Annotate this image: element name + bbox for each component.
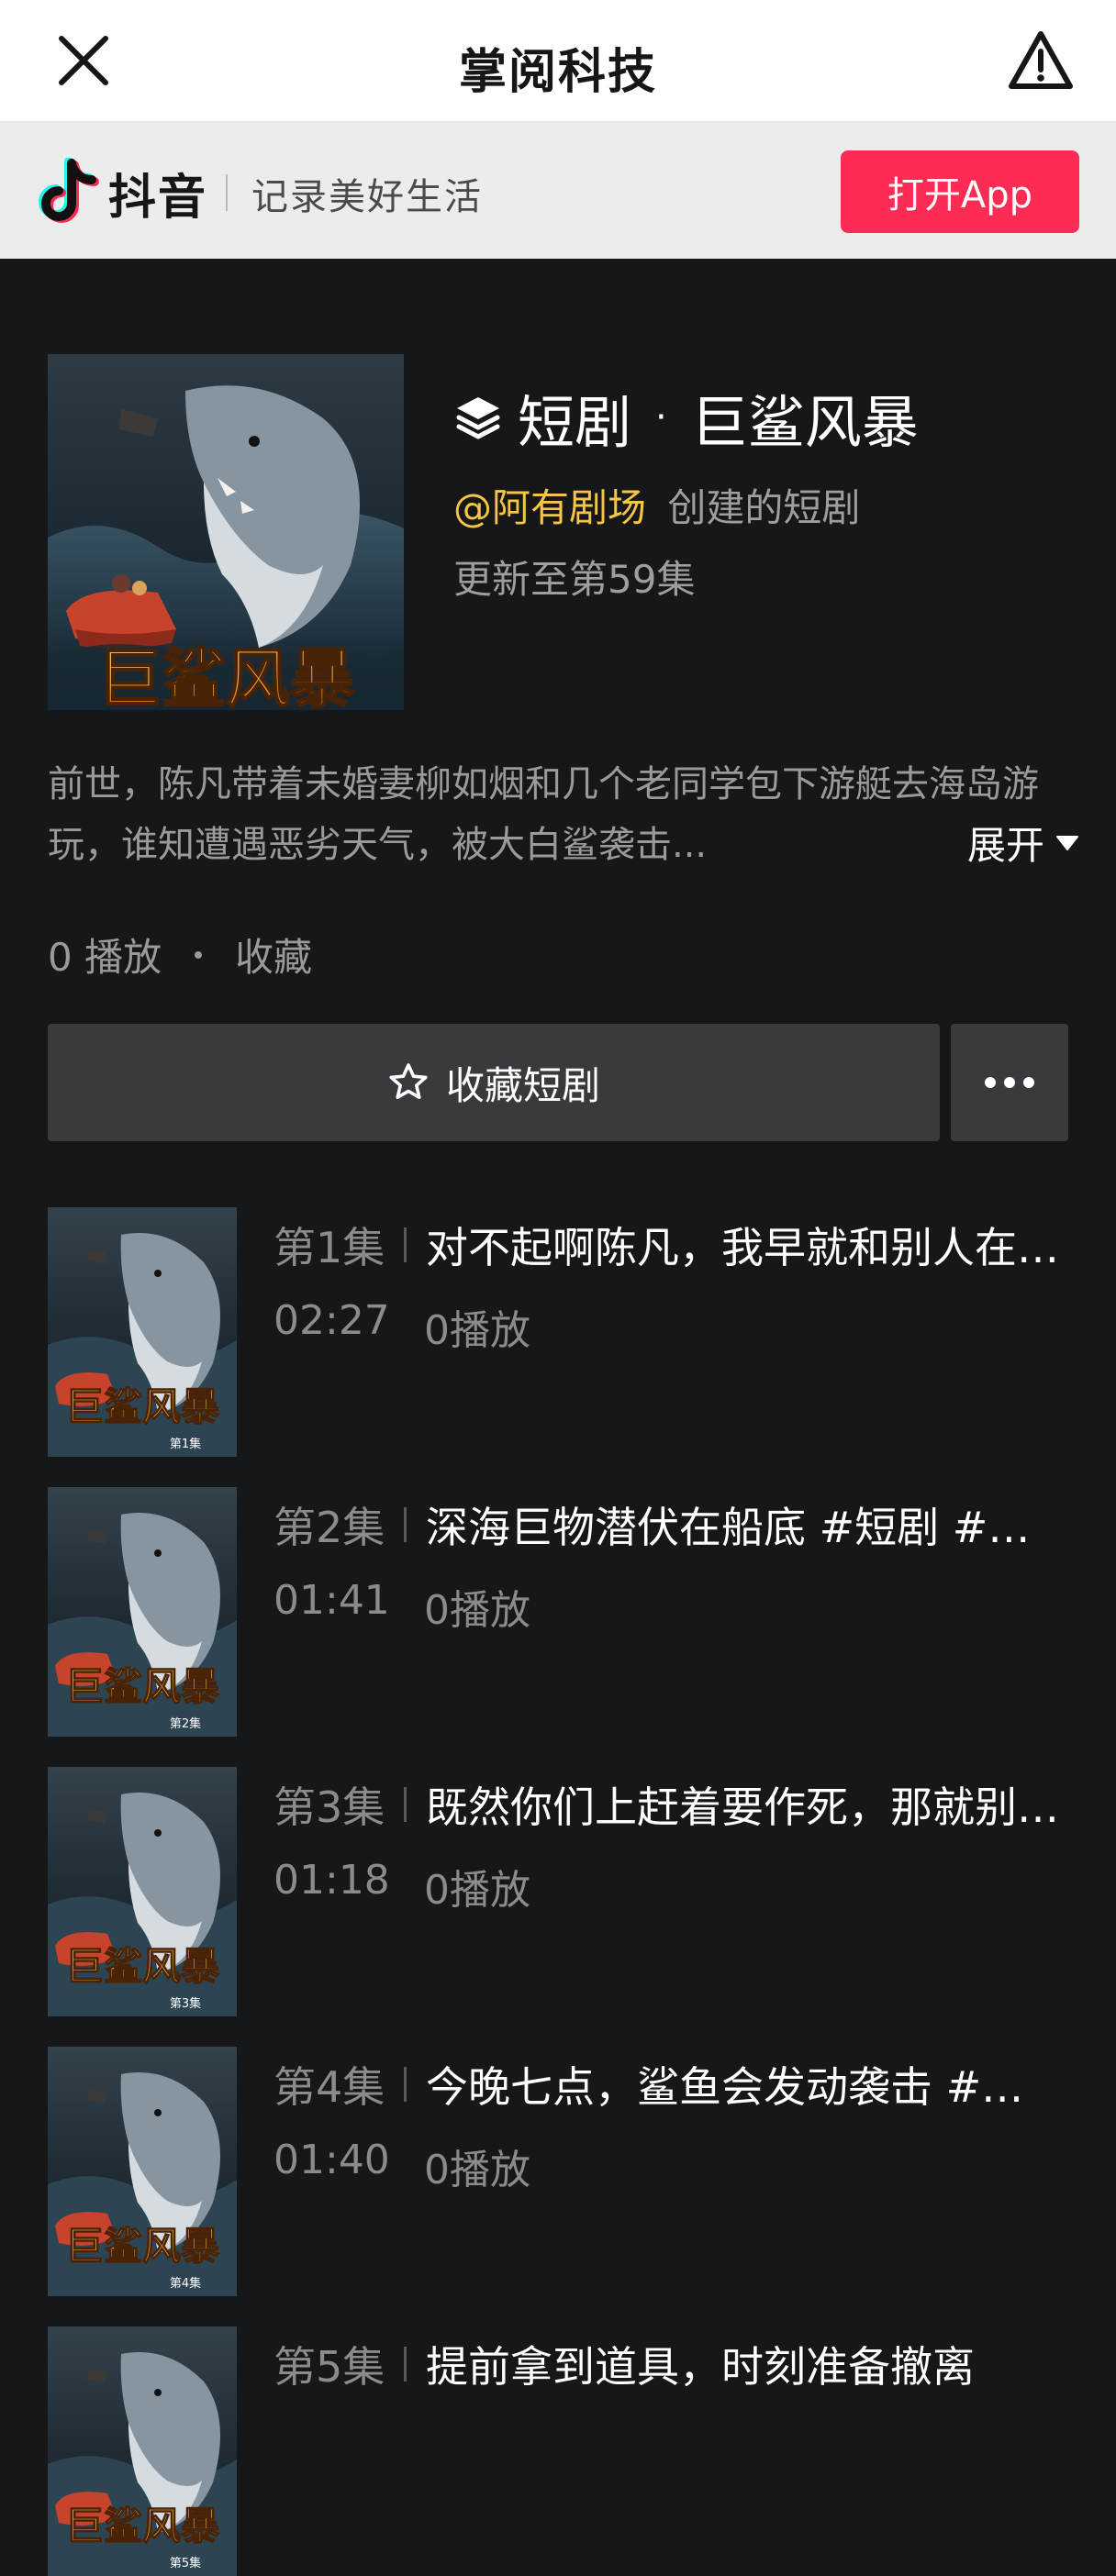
thumbnail-episode-label: 第1集 xyxy=(170,1437,201,1451)
episode-duration: 01:40 xyxy=(273,2137,390,2183)
episode-item[interactable]: 巨鲨风暴 第5集 第5集 提前拿到道具，时刻准备撤离 xyxy=(48,2326,1094,2576)
episode-title: 今晚七点，鲨鱼会发动袭击 #短剧 xyxy=(426,2062,1059,2112)
episode-item[interactable]: 巨鲨风暴 第4集 第4集 今晚七点，鲨鱼会发动袭击 #短剧 01:40 0播放 xyxy=(48,2047,1094,2296)
thumbnail-title-text: 巨鲨风暴 xyxy=(65,1384,219,1429)
more-options-button[interactable] xyxy=(951,1024,1068,1141)
banner-divider xyxy=(226,174,228,211)
top-nav-bar: 掌阅科技 xyxy=(0,0,1116,123)
episode-plays: 0播放 xyxy=(424,1587,530,1634)
episode-duration: 01:41 xyxy=(273,1577,390,1624)
thumbnail-title-text: 巨鲨风暴 xyxy=(65,2224,219,2269)
more-icon xyxy=(985,1077,1034,1088)
episode-title: 既然你们上赶着要作死，那就别怪我了 xyxy=(426,1782,1059,1832)
banner-slogan: 记录美好生活 xyxy=(251,176,483,218)
favorite-drama-button[interactable]: 收藏短剧 xyxy=(48,1024,940,1141)
open-app-button[interactable]: 打开App xyxy=(841,150,1079,233)
title-dot: · xyxy=(655,396,667,439)
episode-item[interactable]: 巨鲨风暴 第2集 第2集 深海巨物潜伏在船底 #短剧 #巨鲨风暴 01:41 0… xyxy=(48,1487,1094,1737)
expand-label: 展开 xyxy=(966,823,1044,868)
episode-thumbnail-image: 巨鲨风暴 第3集 xyxy=(48,1767,237,2016)
expand-button[interactable]: 展开 xyxy=(948,815,1079,871)
report-button[interactable] xyxy=(1002,22,1079,99)
stats-separator xyxy=(195,950,203,959)
douyin-logo-text: 抖音 xyxy=(108,170,208,226)
drama-cover-image[interactable]: 巨鲨风暴 xyxy=(48,354,404,710)
shark-poster-image: 巨鲨风暴 xyxy=(48,354,404,710)
episode-duration: 01:18 xyxy=(273,1857,390,1904)
episode-divider xyxy=(404,2347,407,2382)
drama-category: 短剧 xyxy=(518,389,632,456)
episode-thumbnail-image: 巨鲨风暴 第2集 xyxy=(48,1487,237,1737)
cover-title-text: 巨鲨风暴 xyxy=(97,641,354,710)
creator-line: @阿有剧场 创建的短剧 xyxy=(453,477,860,533)
thumbnail-title-text: 巨鲨风暴 xyxy=(65,2504,219,2548)
douyin-logo: 抖音 xyxy=(35,158,207,228)
warning-icon xyxy=(1009,31,1073,89)
creator-suffix: 创建的短剧 xyxy=(667,485,861,530)
episode-thumbnail-image: 巨鲨风暴 第5集 xyxy=(48,2326,237,2576)
drama-name: 巨鲨风暴 xyxy=(690,389,919,456)
episode-thumbnail: 巨鲨风暴 第3集 xyxy=(48,1767,237,2016)
episode-plays: 0播放 xyxy=(424,2147,530,2193)
caret-down-icon xyxy=(1056,835,1078,850)
episode-thumbnail-image: 巨鲨风暴 第4集 xyxy=(48,2047,237,2296)
episode-plays: 0播放 xyxy=(424,1307,530,1354)
tiktok-note-icon xyxy=(39,158,99,223)
episode-thumbnail: 巨鲨风暴 第2集 xyxy=(48,1487,237,1737)
thumbnail-episode-label: 第5集 xyxy=(170,2556,201,2570)
thumbnail-episode-label: 第4集 xyxy=(170,2276,201,2291)
thumbnail-episode-label: 第3集 xyxy=(170,1996,201,2011)
episode-thumbnail-image: 巨鲨风暴 第1集 xyxy=(48,1207,237,1457)
stats-row: 0 播放 收藏 xyxy=(48,927,312,983)
episode-number: 第3集 xyxy=(273,1782,385,1832)
episode-number: 第4集 xyxy=(273,2062,385,2112)
drama-title: 短剧 · 巨鲨风暴 xyxy=(453,376,919,459)
thumbnail-title-text: 巨鲨风暴 xyxy=(65,1944,219,1989)
favorite-count: 收藏 xyxy=(235,935,313,980)
episode-item[interactable]: 巨鲨风暴 第3集 第3集 既然你们上赶着要作死，那就别怪我了 01:18 0播放 xyxy=(48,1767,1094,2016)
layers-icon xyxy=(456,397,500,439)
episode-divider xyxy=(404,2067,407,2102)
episode-item[interactable]: 巨鲨风暴 第1集 第1集 对不起啊陈凡，我早就和别人在一起了 02:27 0播放 xyxy=(48,1207,1094,1457)
play-count: 0 播放 xyxy=(48,935,162,980)
episode-title: 深海巨物潜伏在船底 #短剧 #巨鲨风暴 xyxy=(426,1503,1059,1552)
synopsis-text: 前世，陈凡带着未婚妻柳如烟和几个老同学包下游艇去海岛游玩，谁知遭遇恶劣天气，被大… xyxy=(48,763,1039,866)
app-banner: 抖音 记录美好生活 打开App xyxy=(0,123,1116,259)
creator-handle-link[interactable]: @阿有剧场 xyxy=(453,485,646,530)
episode-divider xyxy=(404,1787,407,1822)
thumbnail-title-text: 巨鲨风暴 xyxy=(65,1664,219,1709)
episode-divider xyxy=(404,1227,407,1262)
episode-thumbnail: 巨鲨风暴 第1集 xyxy=(48,1207,237,1457)
star-icon xyxy=(389,1063,428,1099)
episode-number: 第1集 xyxy=(273,1223,385,1272)
episode-number: 第5集 xyxy=(273,2342,385,2392)
page-title: 掌阅科技 xyxy=(458,45,657,100)
episode-plays: 0播放 xyxy=(424,1867,530,1914)
update-status: 更新至第59集 xyxy=(453,557,696,602)
favorite-button-label: 收藏短剧 xyxy=(445,1062,600,1108)
episode-number: 第2集 xyxy=(273,1503,385,1552)
episode-thumbnail: 巨鲨风暴 第4集 xyxy=(48,2047,237,2296)
episode-duration: 02:27 xyxy=(273,1297,390,1344)
episode-title: 提前拿到道具，时刻准备撤离 xyxy=(426,2342,975,2392)
episode-thumbnail: 巨鲨风暴 第5集 xyxy=(48,2326,237,2576)
episode-title: 对不起啊陈凡，我早就和别人在一起了 xyxy=(426,1223,1059,1272)
thumbnail-episode-label: 第2集 xyxy=(170,1716,201,1731)
episode-divider xyxy=(404,1507,407,1542)
